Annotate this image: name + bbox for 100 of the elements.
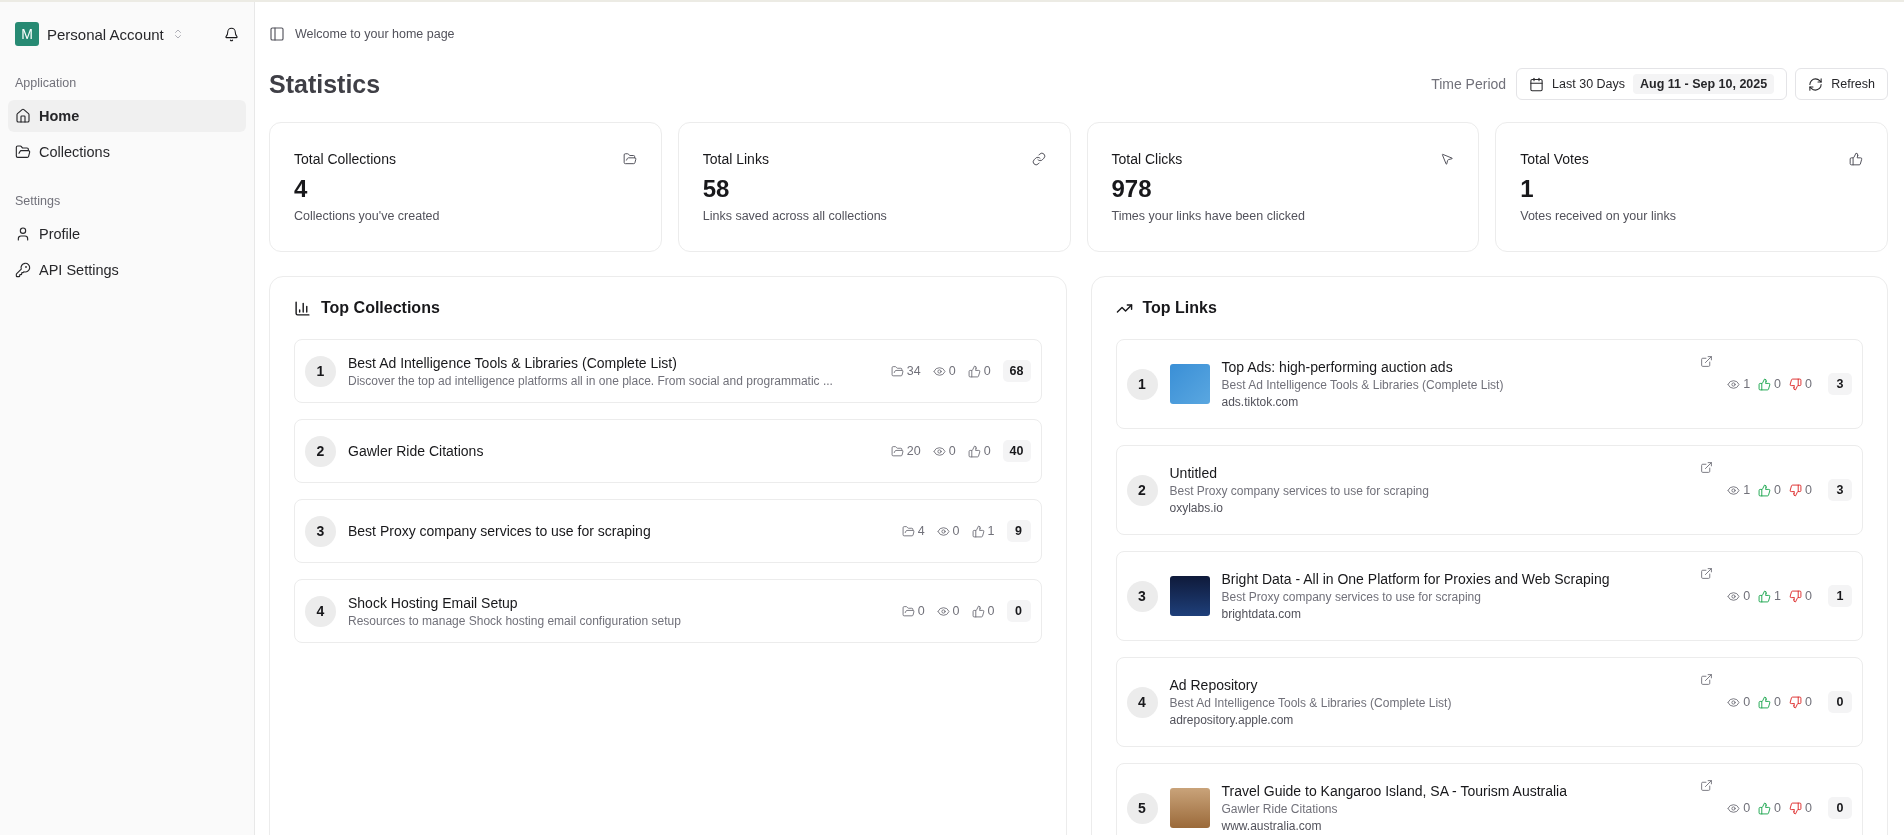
rank-number: 4 [1126, 686, 1158, 718]
collection-name: Best Proxy company services to use for scraping [348, 523, 652, 539]
link-collection: Best Ad Intelligence Tools & Libraries (Complete List) [1169, 696, 1453, 710]
collection-row[interactable]: 2 Gawler Ride Citations 20 0 0 40 [294, 419, 1042, 483]
score: 3 [1828, 373, 1852, 395]
sidebar-item[interactable]: Profile [8, 218, 246, 250]
breadcrumb-text: Welcome to your home page [295, 27, 455, 41]
sidebar-item[interactable]: Home [8, 100, 246, 132]
link-row[interactable]: 2 Untitled Best Proxy company services to use for scraping oxylabs.io 1 0 0 3 [1115, 445, 1863, 535]
link-collection: Best Proxy company services to use for scraping [1221, 590, 1482, 604]
downvote-count: 0 [1805, 483, 1812, 497]
external-link-icon[interactable] [1700, 355, 1714, 368]
stat-caption: Votes received on your links [1520, 209, 1677, 223]
rank-number: 5 [1126, 792, 1158, 824]
link-title: Ad Repository [1169, 677, 1259, 693]
link-title: Travel Guide to Kangaroo Island, SA - Tourism Australia [1221, 783, 1568, 799]
thumbs-up-icon [971, 524, 985, 538]
view-count: 0 [948, 444, 956, 458]
link-domain: brightdata.com [1221, 607, 1302, 621]
thumbs-up-icon [1758, 483, 1772, 497]
score: 3 [1828, 479, 1852, 501]
thumbs-up-icon [967, 364, 981, 378]
view-count: 1 [1743, 483, 1751, 497]
link-count: 0 [917, 604, 925, 618]
downvote-count: 0 [1805, 695, 1812, 709]
thumbs-up-icon [971, 604, 985, 618]
collection-name: Shock Hosting Email Setup [348, 594, 519, 611]
eye-icon [1727, 695, 1741, 709]
cursor-icon [1440, 152, 1455, 166]
eye-icon [1727, 801, 1741, 815]
collection-row[interactable]: 1 Best Ad Intelligence Tools & Libraries (Complete List) Discover the top ad intelligence platforms all in one place. From social and programmatic ... 34 0 0 68 [294, 339, 1042, 403]
thumbs-down-icon [1789, 483, 1803, 497]
downvote-count: 0 [1805, 589, 1812, 603]
external-link-icon[interactable] [1700, 461, 1714, 474]
folder-icon [890, 364, 904, 378]
collection-row[interactable]: 3 Best Proxy company services to use for scraping 4 0 1 9 [294, 499, 1042, 563]
stat-caption: Links saved across all collections [702, 209, 888, 223]
sidebar-section-title: Application [14, 76, 78, 90]
view-count: 0 [952, 524, 960, 538]
view-count: 0 [948, 364, 956, 378]
page-title: Statistics [269, 69, 381, 99]
link-row[interactable]: 3 Bright Data - All in One Platform for Proxies and Web Scraping Best Proxy company services to use for scraping brightdata.com 0 1 0 1 [1115, 551, 1863, 641]
view-count: 1 [1743, 377, 1751, 391]
thumbs-down-icon [1789, 589, 1803, 603]
external-link-icon[interactable] [1700, 779, 1714, 792]
collection-description: Discover the top ad intelligence platforms all in one place. From social and programmatic ... [348, 373, 834, 388]
vote-count: 0 [983, 364, 991, 378]
date-range-button[interactable]: Last 30 Days Aug 11 - Sep 10, 2025 [1516, 68, 1788, 100]
collection-name: Best Ad Intelligence Tools & Libraries (Complete List) [348, 354, 678, 371]
refresh-icon [1808, 76, 1824, 92]
sidebar-item[interactable]: API Settings [8, 254, 246, 286]
link-collection: Gawler Ride Citations [1221, 802, 1339, 816]
vote-count: 0 [987, 604, 995, 618]
thumbs-up-icon [1849, 152, 1863, 166]
key-icon [15, 262, 31, 278]
link-title: Untitled [1169, 465, 1218, 481]
link-row[interactable]: 5 Travel Guide to Kangaroo Island, SA - Tourism Australia Gawler Ride Citations www.australia.com 0 0 0 0 [1115, 763, 1863, 835]
refresh-button[interactable]: Refresh [1795, 68, 1888, 100]
thumbs-up-icon [1758, 801, 1772, 815]
view-count: 0 [1743, 695, 1751, 709]
vote-count: 1 [987, 524, 995, 538]
collection-name: Gawler Ride Citations [348, 443, 485, 459]
link-count: 4 [917, 524, 925, 538]
collection-row[interactable]: 4 Shock Hosting Email Setup Resources to manage Shock hosting email configuration setup 0 0 0 0 [294, 579, 1042, 643]
sidebar-toggle-icon[interactable] [269, 26, 285, 42]
external-link-icon[interactable] [1700, 673, 1714, 686]
folder-icon [15, 144, 31, 160]
upvote-count: 0 [1774, 695, 1782, 709]
account-name[interactable]: Personal Account [47, 25, 164, 43]
rank-number: 1 [305, 355, 336, 387]
house-icon [15, 108, 31, 124]
external-link-icon[interactable] [1700, 567, 1714, 580]
rank-number: 3 [305, 515, 336, 547]
folder-icon [901, 604, 915, 618]
eye-icon [1727, 589, 1741, 603]
collection-description: Resources to manage Shock hosting email configuration setup [348, 613, 682, 628]
stat-title: Total Clicks [1111, 151, 1183, 167]
upvote-count: 0 [1774, 801, 1782, 815]
link-domain: ads.tiktok.com [1221, 395, 1300, 409]
upvote-count: 0 [1774, 377, 1782, 391]
link-title: Top Ads: high-performing auction ads [1221, 359, 1454, 375]
score: 68 [1002, 360, 1031, 382]
link-count: 34 [906, 364, 921, 378]
link-row[interactable]: 4 Ad Repository Best Ad Intelligence Tools & Libraries (Complete List) adrepository.apple.com 0 0 0 0 [1115, 657, 1863, 747]
thumbs-down-icon [1789, 377, 1803, 391]
eye-icon [932, 364, 946, 378]
view-count: 0 [1743, 801, 1751, 815]
score: 0 [1828, 691, 1852, 713]
stat-caption: Times your links have been clicked [1111, 209, 1306, 223]
user-icon [15, 226, 31, 242]
stat-title: Total Collections [294, 151, 396, 167]
eye-icon [936, 604, 950, 618]
time-period-label: Time Period [1431, 76, 1507, 92]
sidebar-item[interactable]: Collections [8, 136, 246, 168]
eye-icon [936, 524, 950, 538]
link-row[interactable]: 1 Top Ads: high-performing auction ads Best Ad Intelligence Tools & Libraries (Complete List) ads.tiktok.com 1 0 0 3 [1115, 339, 1863, 429]
thumbs-up-icon [1758, 589, 1772, 603]
upvote-count: 1 [1774, 589, 1782, 603]
eye-icon [1727, 377, 1741, 391]
notification-icon[interactable] [224, 26, 239, 42]
